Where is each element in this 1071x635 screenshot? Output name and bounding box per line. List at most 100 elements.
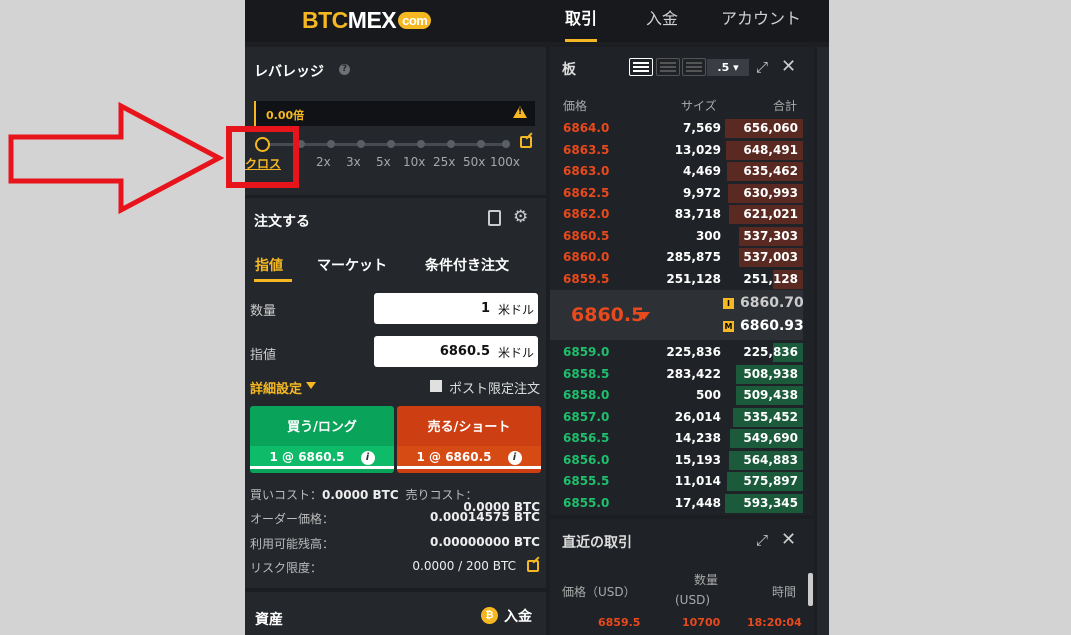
leverage-tick[interactable]: 2x (316, 155, 331, 169)
row-price[interactable]: 6862.5 (563, 186, 609, 200)
buy-long-button[interactable]: 買う/ロング 1 @ 6860.5 i (250, 406, 394, 473)
row-total: 535,452 (743, 409, 798, 424)
row-price[interactable]: 6859.0 (563, 345, 609, 359)
ask-row[interactable]: 6860.0 285,875 537,003 (550, 247, 803, 268)
row-price[interactable]: 6856.5 (563, 431, 609, 445)
orderbook-title: 板 (562, 62, 576, 78)
nav-tab-account[interactable]: アカウント (721, 0, 801, 42)
row-price[interactable]: 6856.0 (563, 453, 609, 467)
index-price: 6860.70 (740, 295, 804, 311)
gear-icon[interactable]: ⚙ (513, 207, 528, 227)
close-icon[interactable]: ✕ (781, 56, 796, 77)
bid-row[interactable]: 6855.0 17,448 593,345 (550, 493, 803, 514)
info-icon[interactable]: i (507, 450, 522, 465)
bid-row[interactable]: 6857.0 26,014 535,452 (550, 407, 803, 428)
leverage-tick[interactable]: 100x (490, 155, 520, 169)
row-size: 26,014 (674, 409, 721, 424)
ask-row[interactable]: 6862.5 9,972 630,993 (550, 183, 803, 204)
ask-row[interactable]: 6860.5 300 537,303 (550, 226, 803, 247)
ask-row[interactable]: 6859.5 251,128 251,128 (550, 269, 803, 290)
assets-panel (245, 592, 546, 635)
bid-row[interactable]: 6859.0 225,836 225,836 (550, 342, 803, 363)
slider-stop[interactable] (327, 140, 335, 148)
row-total: 593,345 (743, 495, 798, 510)
row-total: 635,462 (743, 164, 798, 178)
row-price[interactable]: 6855.0 (563, 496, 609, 510)
row-price[interactable]: 6858.0 (563, 388, 609, 402)
leverage-tick[interactable]: 10x (403, 155, 425, 169)
bid-row[interactable]: 6856.5 14,238 549,690 (550, 428, 803, 449)
leverage-value-box: 0.00倍 (254, 101, 535, 126)
nav-tab-trade[interactable]: 取引 (565, 0, 598, 42)
slider-stop[interactable] (297, 140, 305, 148)
row-price[interactable]: 6857.0 (563, 410, 609, 424)
row-price[interactable]: 6860.5 (563, 229, 609, 243)
order-value-row: オーダー価格： 0.00014575 BTC (250, 510, 540, 526)
row-size: 17,448 (674, 495, 721, 510)
leverage-tick[interactable]: 25x (433, 155, 455, 169)
row-price[interactable]: 6858.5 (563, 367, 609, 381)
leverage-slider-handle[interactable] (255, 137, 270, 152)
row-price[interactable]: 6860.0 (563, 250, 609, 264)
row-price[interactable]: 6864.0 (563, 121, 609, 135)
slider-stop[interactable] (447, 140, 455, 148)
info-icon[interactable]: i (360, 450, 375, 465)
row-total: 575,897 (743, 474, 798, 488)
slider-stop[interactable] (502, 140, 510, 148)
ask-row[interactable]: 6862.0 83,718 621,021 (550, 204, 803, 225)
ask-row[interactable]: 6863.0 4,469 635,462 (550, 161, 803, 182)
nav-tab-deposit[interactable]: 入金 (646, 0, 678, 42)
row-size: 300 (695, 228, 721, 243)
leverage-cross-option[interactable]: クロス (245, 155, 281, 172)
brand-logo[interactable]: BTC MEX com (302, 7, 432, 33)
quantity-input[interactable]: 1 米ドル (374, 293, 538, 324)
bid-row[interactable]: 6858.5 283,422 508,938 (550, 364, 803, 385)
slider-stop[interactable] (387, 140, 395, 148)
row-total: 621,021 (743, 207, 798, 221)
row-price[interactable]: 6859.5 (563, 272, 609, 286)
risk-limit-row: リスク限度： 0.0000 / 200 BTC (250, 559, 540, 576)
bid-row[interactable]: 6856.0 15,193 564,883 (550, 450, 803, 471)
ask-row[interactable]: 6863.5 13,029 648,491 (550, 140, 803, 161)
trades-col-time: 時間 (772, 585, 797, 599)
view-bids-icon[interactable] (682, 58, 706, 76)
expand-icon[interactable]: ⤢ (756, 58, 768, 76)
limit-price-input[interactable]: 6860.5 米ドル (374, 336, 538, 367)
leverage-tick[interactable]: 5x (376, 155, 391, 169)
bid-row[interactable]: 6855.5 11,014 575,897 (550, 471, 803, 492)
view-both-icon[interactable] (629, 58, 653, 76)
col-total: 合計 (773, 99, 798, 113)
post-only-checkbox[interactable] (430, 380, 442, 392)
ask-row[interactable]: 6864.0 7,569 656,060 (550, 118, 803, 139)
slider-stop[interactable] (357, 140, 365, 148)
tab-conditional[interactable]: 条件付き注文 (425, 255, 509, 275)
leverage-tick[interactable]: 50x (463, 155, 485, 169)
row-price[interactable]: 6863.5 (563, 143, 609, 157)
expand-icon[interactable]: ⤢ (756, 531, 768, 549)
tab-market[interactable]: マーケット (317, 255, 387, 275)
bid-row[interactable]: 6858.0 500 509,438 (550, 385, 803, 406)
row-size: 13,029 (674, 142, 721, 157)
assets-deposit-link[interactable]: 入金 (504, 606, 532, 626)
help-icon[interactable]: ? (339, 64, 350, 75)
advanced-settings-toggle[interactable]: 詳細設定 (250, 378, 317, 397)
edit-icon[interactable] (520, 136, 532, 148)
row-price[interactable]: 6862.0 (563, 207, 609, 221)
price-grouping-select[interactable]: .5 ▾ (707, 59, 749, 76)
close-icon[interactable]: ✕ (781, 529, 796, 550)
slider-stop[interactable] (477, 140, 485, 148)
slider-stop[interactable] (417, 140, 425, 148)
post-only-label[interactable]: ポスト限定注文 (449, 378, 540, 397)
row-size: 83,718 (674, 207, 721, 221)
sell-short-button[interactable]: 売る/ショート 1 @ 6860.5 i (397, 406, 541, 473)
leverage-tick[interactable]: 3x (346, 155, 361, 169)
row-total: 537,303 (743, 228, 798, 243)
trades-scrollbar[interactable] (808, 573, 813, 606)
view-asks-icon[interactable] (656, 58, 680, 76)
row-price[interactable]: 6855.5 (563, 474, 609, 488)
row-price[interactable]: 6863.0 (563, 164, 609, 178)
warning-icon (513, 106, 527, 118)
tab-limit[interactable]: 指値 (255, 255, 283, 275)
calculator-icon[interactable] (488, 210, 501, 226)
edit-icon[interactable] (527, 560, 539, 572)
